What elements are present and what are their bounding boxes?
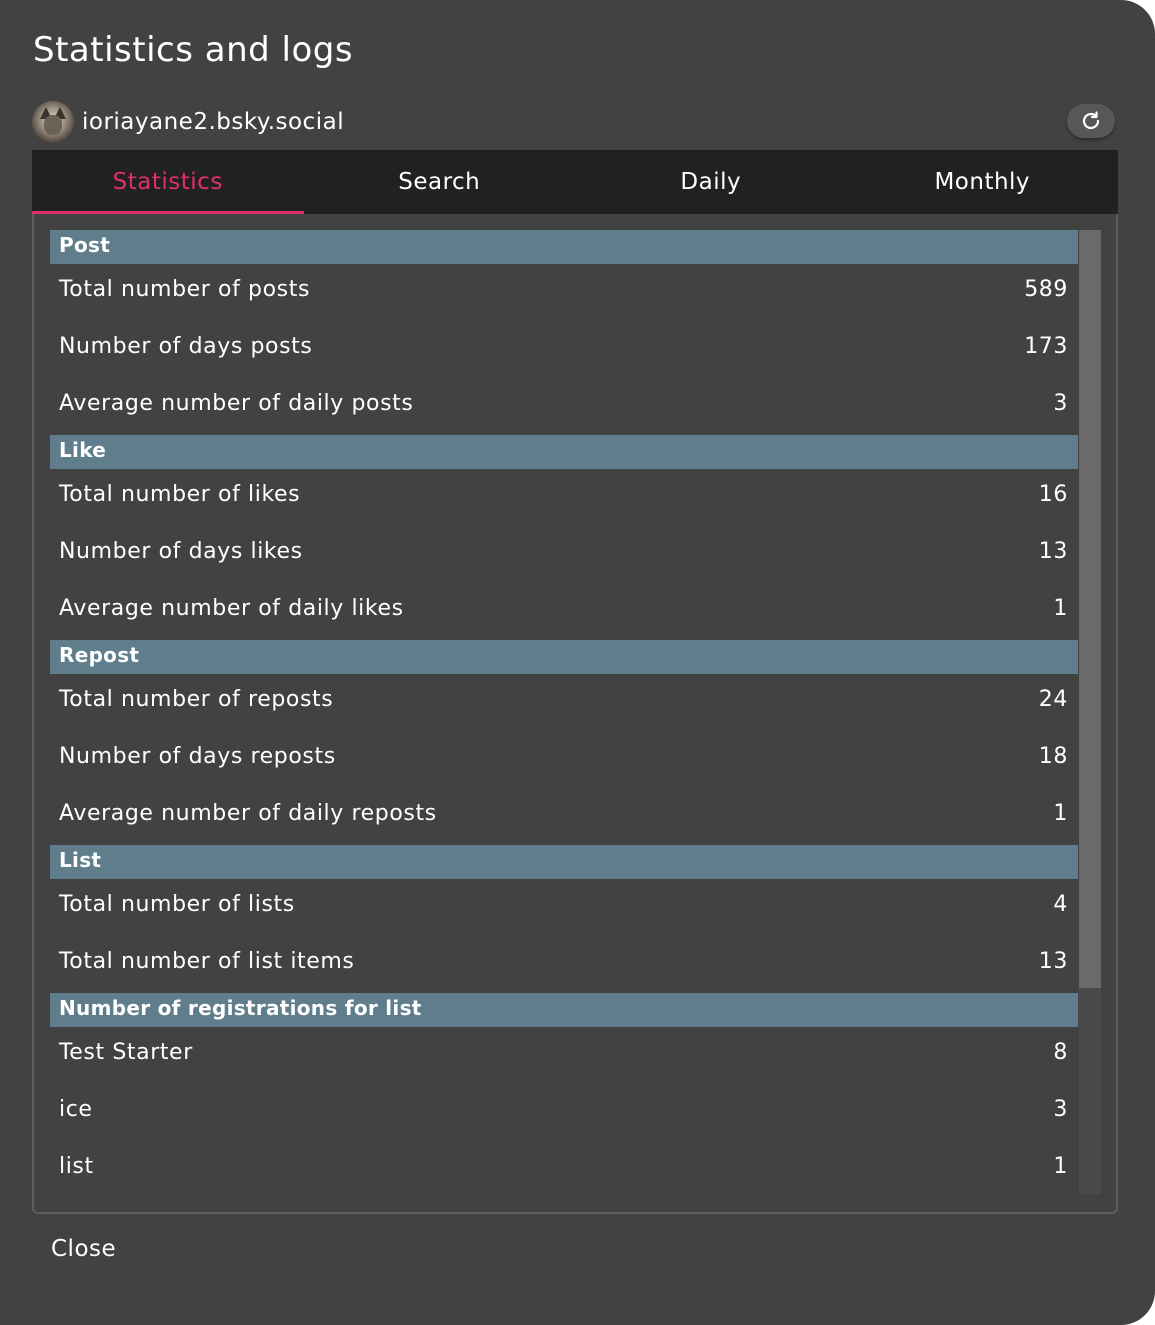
stat-label: Average number of daily likes (59, 596, 404, 621)
stat-value: 4 (1053, 892, 1068, 917)
stat-label: Average number of daily reposts (59, 801, 437, 826)
stat-row: Average number of daily posts 3 (50, 378, 1078, 435)
tab-monthly[interactable]: Monthly (847, 150, 1119, 214)
scrollbar-thumb[interactable] (1079, 230, 1101, 988)
stat-row: Average number of daily reposts 1 (50, 788, 1078, 845)
stat-label: ice (59, 1097, 93, 1122)
section-header: List (50, 845, 1078, 879)
section-header: Number of registrations for list (50, 993, 1078, 1027)
stat-row: Total number of list items 13 (50, 936, 1078, 993)
statistics-dialog: Statistics and logs ioriayane2.bsky.soci… (0, 0, 1155, 1325)
stat-value: 1 (1053, 596, 1068, 621)
stat-row: Total number of lists 4 (50, 879, 1078, 936)
tab-search[interactable]: Search (304, 150, 576, 214)
stat-label: Total number of reposts (59, 687, 334, 712)
stat-label: Total number of lists (59, 892, 295, 917)
stat-value: 18 (1038, 744, 1068, 769)
stat-label: Test Starter (59, 1040, 193, 1065)
stat-row: ice 3 (50, 1084, 1078, 1141)
stat-label: Average number of daily posts (59, 391, 414, 416)
stat-row: Total number of posts 589 (50, 264, 1078, 321)
stat-value: 3 (1053, 1097, 1068, 1122)
stat-value: 1 (1053, 1154, 1068, 1179)
tab-bar: Statistics Search Daily Monthly (32, 150, 1118, 214)
tab-daily[interactable]: Daily (575, 150, 847, 214)
stat-value: 13 (1038, 539, 1068, 564)
stat-label: list (59, 1154, 94, 1179)
stat-value: 589 (1024, 277, 1068, 302)
section-header: Like (50, 435, 1078, 469)
stat-value: 8 (1053, 1040, 1068, 1065)
stat-value: 16 (1038, 482, 1068, 507)
stat-label: Total number of likes (59, 482, 301, 507)
stat-label: Number of days likes (59, 539, 303, 564)
section-header: Repost (50, 640, 1078, 674)
stat-row: Number of days posts 173 (50, 321, 1078, 378)
statistics-panel: Post Total number of posts 589 Number of da… (32, 214, 1118, 1214)
stat-value: 1 (1053, 801, 1068, 826)
stat-label: Number of days posts (59, 334, 313, 359)
statistics-list: Post Total number of posts 589 Number of da… (50, 230, 1078, 1198)
section-header: Post (50, 230, 1078, 264)
dialog-title: Statistics and logs (33, 30, 354, 70)
avatar (32, 101, 74, 143)
account-handle: ioriayane2.bsky.social (82, 109, 345, 135)
stat-label: Total number of posts (59, 277, 311, 302)
stat-row: Test Starter 8 (50, 1027, 1078, 1084)
stat-row: Number of days likes 13 (50, 526, 1078, 583)
stat-row: Total number of likes 16 (50, 469, 1078, 526)
stat-row: Average number of daily likes 1 (50, 583, 1078, 640)
stat-value: 13 (1038, 949, 1068, 974)
stat-label: Total number of list items (59, 949, 355, 974)
refresh-button[interactable] (1067, 104, 1115, 138)
scrollbar[interactable] (1079, 230, 1101, 1194)
stat-row: list 1 (50, 1141, 1078, 1198)
account-info: ioriayane2.bsky.social (32, 101, 344, 143)
stat-value: 173 (1024, 334, 1068, 359)
stat-label: Number of days reposts (59, 744, 336, 769)
stat-row: Number of days reposts 18 (50, 731, 1078, 788)
tab-statistics[interactable]: Statistics (32, 150, 304, 214)
stat-value: 24 (1038, 687, 1068, 712)
refresh-icon (1082, 111, 1100, 130)
close-button[interactable]: Close (51, 1236, 116, 1262)
stat-row: Total number of reposts 24 (50, 674, 1078, 731)
stat-value: 3 (1053, 391, 1068, 416)
